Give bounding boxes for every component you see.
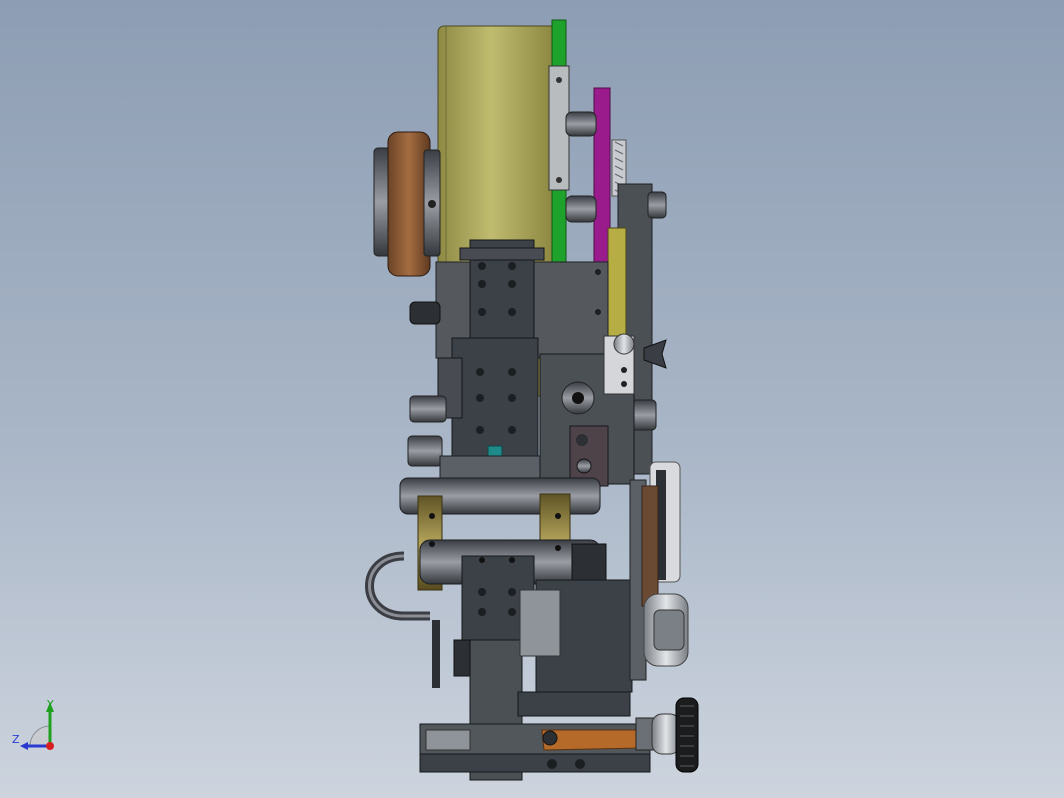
cad-viewport[interactable]: Y Z [0,0,1064,798]
copper-wheel[interactable] [373,131,441,277]
orientation-triad [20,702,54,750]
machine-model[interactable] [0,0,1064,798]
green-plate[interactable] [548,19,570,271]
z-axis-label: Z [12,733,20,746]
triad-quarter-disc [29,725,51,747]
black-knob[interactable] [675,697,699,773]
adjust-lever[interactable] [541,713,681,755]
x-axis-dot [46,742,54,750]
y-axis-label: Y [47,698,54,711]
lower-body[interactable] [407,337,553,483]
